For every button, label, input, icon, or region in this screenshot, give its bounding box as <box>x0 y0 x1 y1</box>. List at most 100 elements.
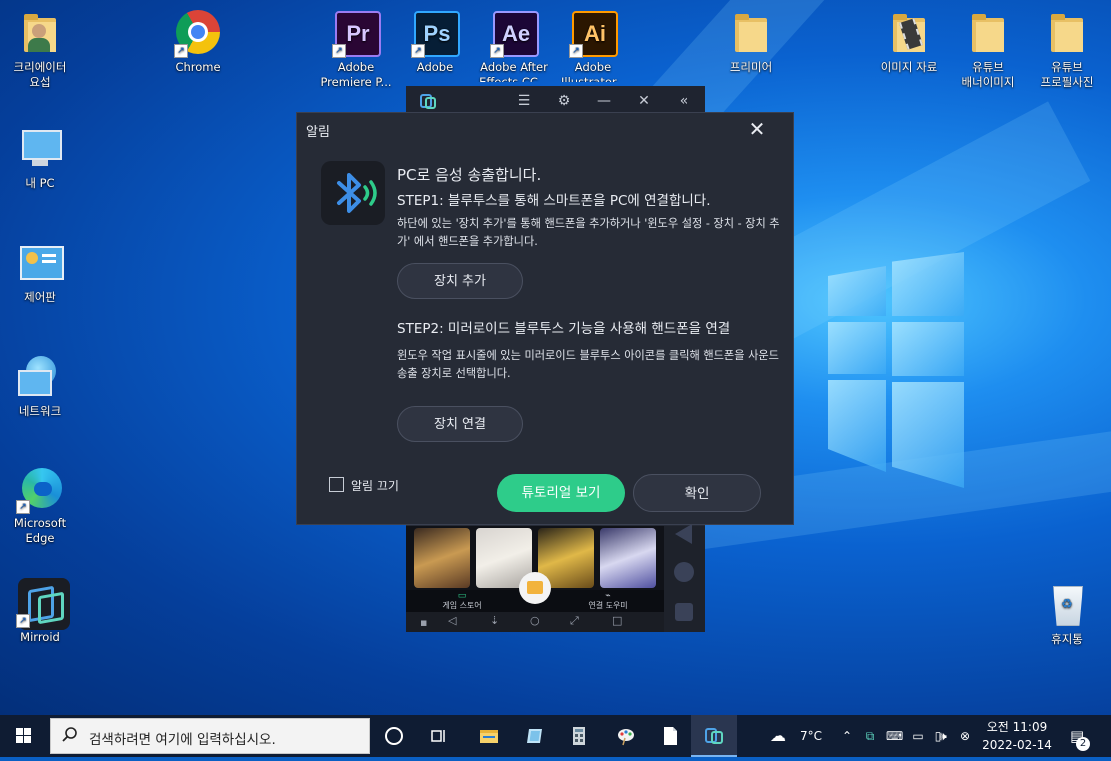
mute-notification-label: 알림 끄기 <box>351 479 399 493</box>
desktop-icon-premiere-folder[interactable]: 프리미어 <box>711 8 791 75</box>
tab-game-store[interactable]: ▭ 게임 스토어 <box>432 592 492 611</box>
file-explorer-button[interactable] <box>466 715 512 757</box>
folder-icon <box>527 581 543 594</box>
tutorial-button[interactable]: 튜토리얼 보기 <box>497 474 625 512</box>
recents-icon[interactable]: □ <box>612 614 622 627</box>
clock-date: 2022-02-14 <box>982 738 1052 752</box>
weather-temp: 7°C <box>800 729 823 743</box>
desktop-icon-creator-yoseop[interactable]: 크리에이터 요섭 <box>0 8 80 90</box>
file-explorer-icon <box>480 730 498 743</box>
home-icon[interactable]: ○ <box>530 614 540 627</box>
desktop-icon-youtube-banner[interactable]: 유튜브 배너이미지 <box>948 8 1028 90</box>
gear-icon[interactable]: ⚙ <box>554 91 574 111</box>
desktop-icon-after-effects[interactable]: Ae ↗ Adobe After Effects CC... <box>474 8 554 82</box>
mirroid-logo-icon <box>418 91 438 111</box>
taskbar-search-box[interactable]: 검색하려면 여기에 입력하십시오. <box>50 718 370 754</box>
desktop-icon-label: 크리에이터 요섭 <box>13 60 67 89</box>
clock-time: 오전 11:09 <box>986 720 1048 734</box>
connect-device-button[interactable]: 장치 연결 <box>397 406 523 442</box>
desktop-icon-label: Chrome <box>175 60 221 74</box>
back-icon[interactable]: ◁ <box>448 614 456 627</box>
mute-notification-checkbox[interactable] <box>329 477 344 492</box>
recents-square-icon[interactable] <box>675 603 693 621</box>
desktop-icon-mirroid[interactable]: ↗ Mirroid <box>0 578 80 645</box>
shortcut-arrow-icon: ↗ <box>332 44 346 58</box>
volume-icon[interactable]: 🕪 <box>933 715 953 757</box>
network-tray-icon[interactable]: ▭ <box>910 715 926 757</box>
search-icon <box>61 726 79 748</box>
desktop-icon-control-panel[interactable]: 제어판 <box>0 238 80 305</box>
mirroid-side-controls <box>664 524 705 632</box>
desktop-icon-chrome[interactable]: ↗ Chrome <box>158 8 238 75</box>
desktop-icon-label: Microsoft Edge <box>13 516 67 545</box>
tab-connect-assist[interactable]: ⌁ 연결 도우미 <box>578 591 638 611</box>
meet-now-icon[interactable]: ⌨ <box>886 715 903 757</box>
step2-title: STEP2: 미러로이드 블루투스 기능을 사용해 핸드폰을 연결 <box>397 321 731 337</box>
close-icon[interactable]: ✕ <box>745 117 769 141</box>
windows-logo-icon <box>16 728 31 743</box>
ok-button[interactable]: 확인 <box>633 474 761 512</box>
premiere-icon: Pr ↗ <box>332 8 381 58</box>
taskbar-clock[interactable]: 오전 11:09 2022-02-14 <box>976 718 1058 754</box>
desktop-icon-this-pc[interactable]: 내 PC <box>0 124 80 191</box>
back-triangle-icon[interactable] <box>675 524 692 544</box>
task-view-button[interactable] <box>416 715 462 757</box>
menu-icon[interactable]: ☰ <box>514 91 534 111</box>
muted-x-icon[interactable]: ⊗ <box>957 715 973 757</box>
paint-app-button[interactable] <box>603 715 649 757</box>
desktop-icon-illustrator[interactable]: Ai ↗ Adobe Illustrator... <box>553 8 633 82</box>
task-view-icon <box>431 730 445 742</box>
shortcut-arrow-icon: ↗ <box>174 44 188 58</box>
game-thumbnail[interactable] <box>414 528 470 588</box>
desktop-icon-premiere[interactable]: Pr ↗ Adobe Premiere P... <box>316 8 396 90</box>
shortcut-arrow-icon: ↗ <box>16 500 30 514</box>
paint-icon <box>618 729 634 746</box>
mirroid-taskbar-button[interactable] <box>691 715 737 757</box>
cortana-button[interactable] <box>370 715 416 757</box>
close-icon[interactable]: ✕ <box>634 91 654 111</box>
document-button[interactable] <box>647 715 693 757</box>
minimize-icon[interactable]: — <box>594 91 614 111</box>
desktop-icon-label: 이미지 자료 <box>880 60 938 74</box>
center-home-button[interactable] <box>519 572 551 604</box>
chrome-icon: ↗ <box>174 8 222 58</box>
notes-app-button[interactable] <box>512 715 558 757</box>
illustrator-icon: Ai ↗ <box>569 8 618 58</box>
add-device-button[interactable]: 장치 추가 <box>397 263 523 299</box>
desktop-icon-network[interactable]: 네트워크 <box>0 352 80 419</box>
control-panel-icon <box>16 238 64 286</box>
weather-widget[interactable]: ☁ 7°C <box>768 715 828 757</box>
desktop-icon-label: Adobe Premiere P... <box>320 60 392 89</box>
mirroid-tray-icon[interactable]: ⧉ <box>862 715 878 757</box>
recycle-bin-icon: ♻ <box>1043 580 1091 628</box>
calculator-button[interactable] <box>556 715 602 757</box>
document-icon <box>664 727 677 745</box>
folder-icon <box>727 8 775 56</box>
computer-icon <box>16 124 64 172</box>
chevron-up-icon[interactable]: ⌃ <box>840 715 854 757</box>
desktop-icon-photoshop[interactable]: Ps ↗ Adobe Photosho... <box>395 8 475 75</box>
link-icon: ⌁ <box>605 591 611 601</box>
desktop-icon-edge[interactable]: ↗ Microsoft Edge <box>0 464 80 546</box>
game-thumbnail[interactable] <box>600 528 656 588</box>
desktop-icon-label: Adobe Photosho... <box>416 60 454 74</box>
folder-icon <box>964 8 1012 56</box>
notification-center-button[interactable]: ▤ 2 <box>1064 715 1104 757</box>
desktop-icon-label: Mirroid <box>20 630 60 644</box>
expand-icon[interactable]: ⤢ <box>570 614 579 628</box>
desktop-icon-label: Adobe Illustrator... <box>561 60 625 82</box>
desktop-icon-youtube-profile[interactable]: 유튜브 프로필사진 <box>1027 8 1107 90</box>
home-circle-icon[interactable] <box>674 562 694 582</box>
download-icon[interactable]: ⇣ <box>490 614 499 627</box>
desktop-icon-recycle-bin[interactable]: ♻ 휴지통 <box>1027 580 1107 647</box>
phone-tab-bar: ▭ 게임 스토어 ⌁ 연결 도우미 <box>406 572 664 612</box>
phone-screen[interactable]: ▭ 게임 스토어 ⌁ 연결 도우미 ▪ ◁ ⇣ ○ ⤢ □ <box>406 526 664 632</box>
calculator-icon <box>573 727 585 745</box>
desktop-icon-image-folder[interactable]: 이미지 자료 <box>869 8 949 75</box>
collapse-icon[interactable]: « <box>674 91 694 111</box>
desktop-icon-label: 네트워크 <box>18 404 62 418</box>
notification-dialog: 알림 ✕ PC로 음성 송출합니다. STEP1: 블루투스를 통해 스마트폰을… <box>297 113 793 524</box>
desktop-icon-label: 유튜브 프로필사진 <box>1040 60 1094 89</box>
start-button[interactable] <box>0 715 48 757</box>
dot-icon[interactable]: ▪ <box>420 616 427 629</box>
